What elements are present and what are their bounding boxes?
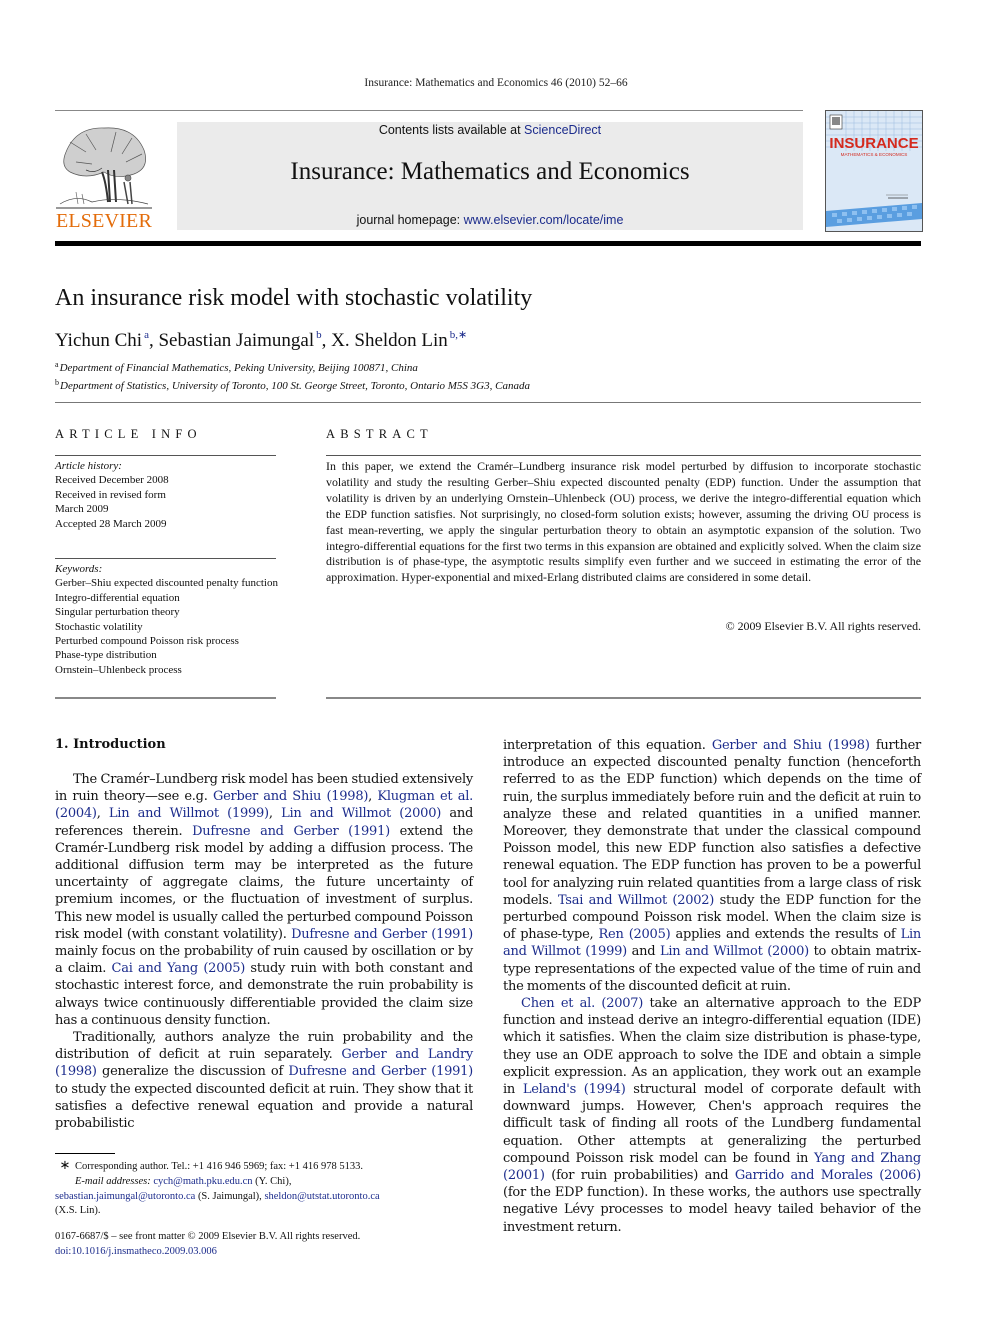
history-item: Received in revised form	[55, 488, 166, 501]
citation-link[interactable]: Lin and Willmot (2000)	[660, 944, 809, 959]
citation-link[interactable]: Cai and Yang (2005)	[112, 961, 246, 976]
article-info-bottom-rule	[55, 697, 276, 699]
email-owner: (X.S. Lin).	[55, 1205, 101, 1217]
citation-link[interactable]: Lin and Willmot (2000)	[281, 806, 441, 821]
email-owner: (Y. Chi),	[255, 1175, 292, 1187]
body-paragraph: interpretation of this equation. Gerber …	[503, 738, 922, 994]
keyword-item: Gerber–Shiu expected discounted penalty …	[55, 577, 278, 590]
footnote-rule	[55, 1153, 115, 1154]
citation-link[interactable]: Chen et al. (2007)	[521, 996, 643, 1011]
sciencedirect-link[interactable]: ScienceDirect	[524, 123, 601, 137]
history-item: March 2009	[55, 503, 109, 516]
keyword-item: Ornstein–Uhlenbeck process	[55, 663, 182, 676]
contents-prefix: Contents lists available at	[378, 123, 525, 137]
citation-link[interactable]: Dufresne and Gerber (1991)	[288, 1064, 473, 1079]
email-line: E-mail addresses: cych@math.pku.edu.cn (…	[55, 1175, 475, 1190]
journal-header-box: Contents lists available at ScienceDirec…	[177, 122, 803, 230]
affiliation-text: Department of Financial Mathematics, Pek…	[59, 362, 418, 374]
body-column-right: interpretation of this equation. Gerber …	[503, 737, 921, 1236]
keyword-item: Phase-type distribution	[55, 649, 157, 662]
article-info-rule	[55, 455, 276, 456]
keyword-item: Perturbed compound Poisson risk process	[55, 635, 239, 648]
article-title: An insurance risk model with stochastic …	[55, 285, 533, 311]
elsevier-tree-icon	[56, 127, 152, 209]
title-block-rule	[55, 402, 921, 403]
keyword-item: Stochastic volatility	[55, 620, 143, 633]
affiliation: aDepartment of Financial Mathematics, Pe…	[55, 360, 418, 374]
cover-subtitle: MATHEMATICS & ECONOMICS	[841, 152, 908, 157]
citation-link[interactable]: Leland's (1994)	[523, 1082, 626, 1097]
email-link[interactable]: cych@math.pku.edu.cn	[153, 1176, 252, 1187]
footnote-star: ∗	[59, 1157, 71, 1172]
keyword-item: Singular perturbation theory	[55, 606, 180, 619]
citation-link[interactable]: Dufresne and Gerber (1991)	[192, 824, 390, 839]
author-name: Sebastian Jaimungal	[158, 330, 315, 351]
keyword-item: Integro-differential equation	[55, 591, 180, 604]
abstract-bottom-rule	[326, 697, 921, 699]
email-label: E-mail addresses:	[75, 1175, 151, 1187]
abstract-copyright: © 2009 Elsevier B.V. All rights reserved…	[725, 619, 921, 633]
footnotes: ∗ Corresponding author. Tel.: +1 416 946 …	[55, 1157, 475, 1219]
email-link[interactable]: sheldon@utstat.utoronto.ca	[264, 1191, 379, 1202]
affiliation-mark: b	[55, 378, 59, 387]
citation-link[interactable]: Dufresne and Gerber (1991)	[291, 927, 473, 942]
history-item: Accepted 28 March 2009	[55, 517, 167, 530]
citation-link[interactable]: Gerber and Shiu (1998)	[213, 789, 368, 804]
affiliation: bDepartment of Statistics, University of…	[55, 378, 530, 392]
corresponding-author-note: ∗ Corresponding author. Tel.: +1 416 946 …	[55, 1157, 475, 1175]
running-head: Insurance: Mathematics and Economics 46 …	[364, 77, 628, 89]
email-link[interactable]: sebastian.jaimungal@utoronto.ca	[55, 1191, 195, 1202]
abstract-text: In this paper, we extend the Cramér–Lund…	[326, 459, 921, 585]
citation-link[interactable]: Garrido and Morales (2006)	[735, 1168, 921, 1183]
citation-link[interactable]: Tsai and Willmot (2002)	[558, 893, 715, 908]
abstract-rule	[326, 455, 921, 456]
affiliation-mark: a	[55, 360, 59, 369]
email-owner: (S. Jaimungal),	[197, 1190, 262, 1202]
body-paragraph: Chen et al. (2007) take an alternative a…	[503, 996, 922, 1235]
header-thick-rule	[55, 241, 921, 246]
keywords: Keywords: Gerber–Shiu expected discounte…	[55, 562, 280, 677]
front-matter: 0167-6687/$ – see front matter © 2009 El…	[55, 1229, 475, 1259]
doi-link[interactable]: doi:10.1016/j.insmatheco.2009.03.006	[55, 1246, 217, 1257]
email-line: (X.S. Lin).	[55, 1204, 475, 1219]
author-list: Yichun Chi a, Sebastian Jaimungal b, X. Sh…	[55, 328, 467, 352]
history-label: Article history:	[55, 460, 122, 472]
contents-line: Contents lists available at ScienceDirec…	[177, 123, 803, 137]
affiliation-text: Department of Statistics, University of …	[60, 380, 530, 392]
article-history: Article history: Received December 2008 R…	[55, 459, 280, 531]
body-column-left: The Cramér–Lundberg risk model has been …	[55, 771, 473, 1132]
history-item: Received December 2008	[55, 474, 169, 487]
author-name: X. Sheldon Lin	[331, 330, 448, 351]
author-separator: ,	[321, 330, 332, 351]
section-heading-introduction: 1. Introduction	[55, 737, 166, 752]
elsevier-logo[interactable]: ELSEVIER	[54, 122, 154, 234]
author-name: Yichun Chi	[55, 330, 143, 351]
body-paragraph: The Cramér–Lundberg risk model has been …	[55, 772, 474, 1028]
citation-link[interactable]: Ren (2005)	[599, 927, 671, 942]
journal-cover-image[interactable]: INSURANCE MATHEMATICS & ECONOMICS	[825, 110, 923, 232]
citation-link[interactable]: Lin and Willmot (1999)	[109, 806, 269, 821]
article-info-heading: ARTICLE INFO	[55, 427, 202, 441]
cover-title: INSURANCE	[829, 135, 918, 152]
body-paragraph: Traditionally, authors analyze the ruin …	[55, 1030, 474, 1132]
keywords-rule	[55, 558, 276, 559]
front-matter-text: 0167-6687/$ – see front matter © 2009 El…	[55, 1231, 361, 1242]
journal-homepage-link[interactable]: www.elsevier.com/locate/ime	[464, 213, 624, 227]
homepage-prefix: journal homepage:	[356, 213, 464, 227]
abstract-heading: ABSTRACT	[326, 427, 433, 441]
citation-link[interactable]: Gerber and Shiu (1998)	[712, 738, 870, 753]
corresponding-author-text: Corresponding author. Tel.: +1 416 946 5…	[75, 1161, 363, 1172]
email-line: sebastian.jaimungal@utoronto.ca (S. Jaim…	[55, 1190, 475, 1205]
journal-cover-art: INSURANCE MATHEMATICS & ECONOMICS	[826, 111, 922, 231]
elsevier-wordmark: ELSEVIER	[55, 210, 153, 232]
author-affil-mark[interactable]: b,∗	[450, 329, 467, 341]
homepage-line: journal homepage: www.elsevier.com/locat…	[177, 213, 803, 227]
journal-title: Insurance: Mathematics and Economics	[290, 158, 690, 185]
top-rule	[55, 110, 803, 111]
keywords-label: Keywords:	[55, 563, 103, 575]
